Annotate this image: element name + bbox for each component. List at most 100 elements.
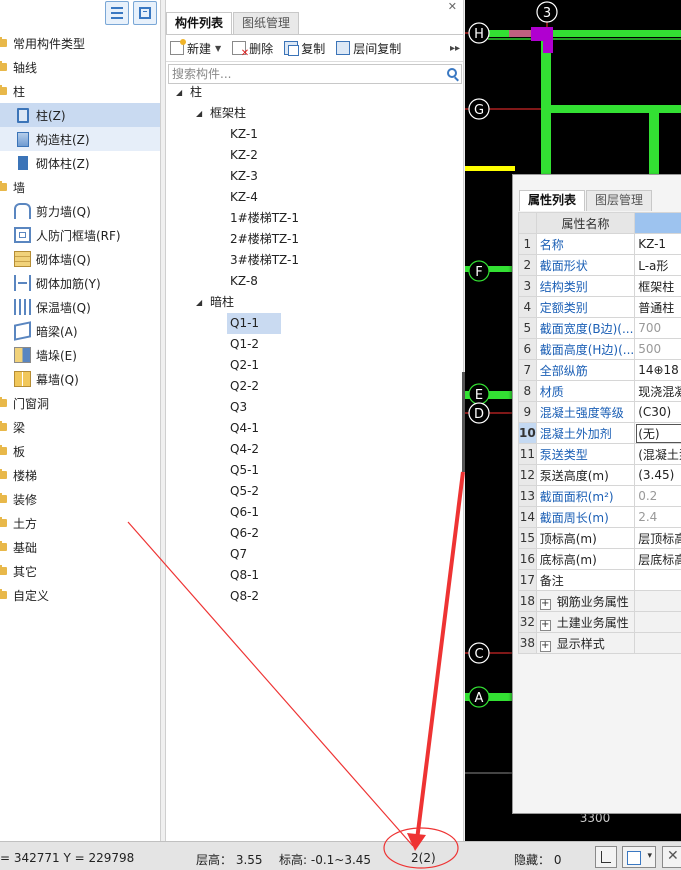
tree-item[interactable]: Q6-1: [166, 502, 462, 523]
nav-item[interactable]: 自定义: [0, 583, 160, 607]
tree-group[interactable]: ◢ 框架柱: [166, 103, 462, 124]
property-value[interactable]: KZ-1: [634, 233, 681, 255]
tree-item[interactable]: Q4-2: [166, 439, 462, 460]
tree-item[interactable]: KZ-8: [166, 271, 462, 292]
property-row[interactable]: 16底标高(m) 层底标高: [518, 548, 681, 570]
tree-group[interactable]: ◢ 暗柱: [166, 292, 462, 313]
tree-item[interactable]: KZ-4: [166, 187, 462, 208]
property-row[interactable]: 6 截面高度(H边)(... 500: [518, 338, 681, 360]
property-value[interactable]: (混凝土泵): [634, 443, 681, 465]
nav-item[interactable]: 板: [0, 439, 160, 463]
tree-item[interactable]: Q1-1: [166, 313, 462, 334]
nav-item[interactable]: 其它: [0, 559, 160, 583]
property-value[interactable]: 层底标高: [634, 548, 681, 570]
property-row[interactable]: 13 截面面积(m²) 0.2: [518, 485, 681, 507]
delete-component-button[interactable]: 删除: [232, 40, 273, 59]
nav-item[interactable]: 构造柱(Z): [0, 127, 160, 151]
expand-icon[interactable]: +: [539, 598, 551, 610]
property-value[interactable]: 500: [634, 338, 681, 360]
tree-item[interactable]: Q8-1: [166, 565, 462, 586]
expand-icon[interactable]: +: [539, 619, 551, 631]
property-value[interactable]: 层顶标高: [634, 527, 681, 549]
tree-group[interactable]: ◢ 柱: [166, 82, 462, 103]
nav-item[interactable]: 墙垛(E): [0, 343, 160, 367]
property-row[interactable]: 17 备注: [518, 569, 681, 591]
tree-item[interactable]: 3#楼梯TZ-1: [166, 250, 462, 271]
nav-item[interactable]: 柱(Z): [0, 103, 160, 127]
property-row[interactable]: 7 全部纵筋 14⊕18: [518, 359, 681, 381]
chevron-down-icon[interactable]: ▼: [215, 44, 221, 53]
tab-drawing-management[interactable]: 图纸管理: [233, 12, 300, 34]
property-value[interactable]: 0.2: [634, 485, 681, 507]
panel-close-icon[interactable]: ✕: [448, 0, 457, 13]
property-value[interactable]: L-a形: [634, 254, 681, 276]
ortho-toggle-button[interactable]: [595, 846, 617, 868]
nav-item[interactable]: 幕墙(Q): [0, 367, 160, 391]
tree-item[interactable]: KZ-1: [166, 124, 462, 145]
new-component-button[interactable]: 新建 ▼: [170, 39, 221, 57]
tree-item[interactable]: 1#楼梯TZ-1: [166, 208, 462, 229]
nav-item[interactable]: 砌体柱(Z): [0, 151, 160, 175]
tree-item[interactable]: Q8-2: [166, 586, 462, 607]
tab-component-list[interactable]: 构件列表: [166, 12, 233, 35]
tab-property-list[interactable]: 属性列表: [519, 190, 586, 211]
search-icon[interactable]: [447, 68, 457, 78]
tree-item[interactable]: Q1-2: [166, 334, 462, 355]
property-row[interactable]: 15顶标高(m) 层顶标高: [518, 527, 681, 549]
collapse-icon[interactable]: ◢: [196, 103, 202, 124]
property-value[interactable]: 14⊕18: [634, 359, 681, 381]
tree-item[interactable]: KZ-3: [166, 166, 462, 187]
property-row[interactable]: 14 截面周长(m) 2.4: [518, 506, 681, 528]
property-value[interactable]: 框架柱: [634, 275, 681, 297]
collapse-icon[interactable]: ◢: [196, 292, 202, 313]
property-value[interactable]: [634, 632, 681, 654]
nav-item[interactable]: 砌体墙(Q): [0, 247, 160, 271]
nav-item[interactable]: 楼梯: [0, 463, 160, 487]
property-value[interactable]: 现浇混凝土: [634, 380, 681, 402]
tree-item[interactable]: Q2-2: [166, 376, 462, 397]
property-value[interactable]: [634, 569, 681, 591]
property-row[interactable]: 10 混凝土外加剂 (无): [518, 422, 681, 444]
tree-item[interactable]: Q5-1: [166, 460, 462, 481]
panel-view-button[interactable]: [133, 1, 157, 25]
expand-icon[interactable]: +: [539, 640, 551, 652]
nav-item[interactable]: 砌体加筋(Y): [0, 271, 160, 295]
tab-layer-management[interactable]: 图层管理: [586, 190, 653, 211]
nav-item[interactable]: 轴线: [0, 55, 160, 79]
property-row[interactable]: 38 + 显示样式: [518, 632, 681, 654]
nav-item[interactable]: 门窗洞: [0, 391, 160, 415]
property-row[interactable]: 3 结构类别 框架柱: [518, 275, 681, 297]
select-mode-button[interactable]: [622, 846, 656, 868]
tree-item[interactable]: Q5-2: [166, 481, 462, 502]
property-row[interactable]: 5 截面宽度(B边)(... 700: [518, 317, 681, 339]
property-value[interactable]: (3.45): [634, 464, 681, 486]
tree-item[interactable]: Q6-2: [166, 523, 462, 544]
tree-item[interactable]: Q4-1: [166, 418, 462, 439]
property-row[interactable]: 18 + 钢筋业务属性: [518, 590, 681, 612]
property-row[interactable]: 8材质 现浇混凝土: [518, 380, 681, 402]
nav-item[interactable]: 柱: [0, 79, 160, 103]
nav-item[interactable]: 土方: [0, 511, 160, 535]
nav-item[interactable]: 保温墙(Q): [0, 295, 160, 319]
property-row[interactable]: 2 截面形状 L-a形: [518, 254, 681, 276]
floor-copy-button[interactable]: 层间复制: [336, 40, 401, 57]
property-row[interactable]: 11泵送类型 (混凝土泵): [518, 443, 681, 465]
list-view-button[interactable]: [105, 1, 129, 25]
nav-item[interactable]: 暗梁(A): [0, 319, 160, 343]
property-value[interactable]: 2.4: [634, 506, 681, 528]
property-row[interactable]: 9 混凝土强度等级 (C30): [518, 401, 681, 423]
nav-item[interactable]: 梁: [0, 415, 160, 439]
property-value[interactable]: (C30): [634, 401, 681, 423]
nav-item[interactable]: 基础: [0, 535, 160, 559]
copy-component-button[interactable]: 复制: [284, 40, 325, 57]
property-value[interactable]: 普通柱: [634, 296, 681, 318]
property-row[interactable]: 1 名称 KZ-1: [518, 233, 681, 255]
nav-item[interactable]: 墙: [0, 175, 160, 199]
column-kz[interactable]: [543, 27, 553, 53]
tree-item[interactable]: Q3: [166, 397, 462, 418]
property-value[interactable]: (无): [634, 422, 681, 444]
toolbar-overflow-icon[interactable]: ▸▸: [450, 43, 460, 54]
property-value[interactable]: [634, 611, 681, 633]
property-row[interactable]: 32 + 土建业务属性: [518, 611, 681, 633]
component-search-input[interactable]: [169, 65, 429, 83]
